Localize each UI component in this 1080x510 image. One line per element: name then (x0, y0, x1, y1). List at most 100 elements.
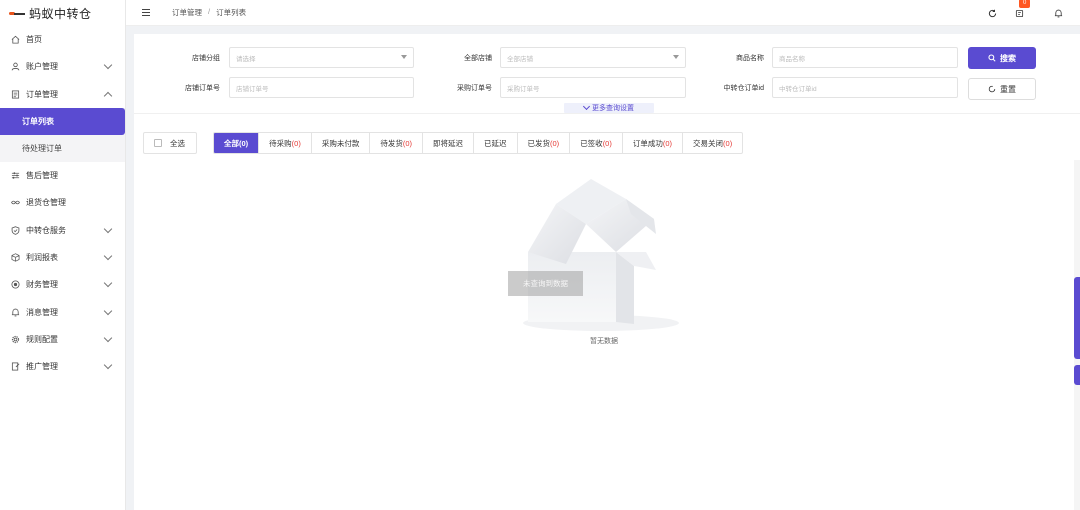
tab-order-success[interactable]: 订单成功 (0) (623, 133, 684, 153)
tab-all[interactable]: 全部 (0) (214, 133, 260, 153)
sidebar-item-label: 订单管理 (26, 89, 58, 99)
shop-order-no-input[interactable]: 店铺订单号 (229, 77, 414, 98)
reset-icon (988, 85, 996, 93)
tab-count: (0) (662, 138, 673, 148)
transit-order-id-input[interactable]: 中转仓订单id (772, 77, 958, 98)
select-all-label: 全选 (170, 138, 185, 148)
tab-label: 待发货 (380, 138, 403, 148)
handshake-icon (11, 198, 20, 207)
product-name-input[interactable]: 商品名称 (772, 47, 958, 68)
tab-to-ship[interactable]: 待发货 (0) (370, 133, 424, 153)
ant-logo-icon (9, 10, 25, 16)
sidebar-item-label: 规则配置 (26, 334, 58, 344)
chevron-down-icon (103, 306, 113, 315)
product-name-label: 商品名称 (736, 55, 764, 62)
sidebar-item-rules[interactable]: 规则配置 (0, 326, 125, 353)
chevron-down-icon (103, 333, 113, 343)
sidebar-item-label: 推广管理 (26, 362, 58, 372)
order-submenu: 订单列表 待处理订单 (0, 107, 125, 162)
floating-side-button[interactable] (1074, 365, 1080, 385)
sidebar-item-label: 账户管理 (26, 62, 58, 72)
bell-icon (11, 308, 20, 317)
sidebar: 蚂蚁中转仓 首页 账户管理 订单管理 订单列表 待处理订单 售后管理 退货仓管理… (0, 0, 126, 510)
app-title: 蚂蚁中转仓 (29, 6, 92, 21)
purchase-order-no-input[interactable]: 采购订单号 (500, 77, 686, 98)
sidebar-subitem-order-list[interactable]: 订单列表 (0, 107, 125, 135)
tab-label: 全部 (224, 138, 239, 148)
breadcrumb: 订单管理 / 订单列表 (172, 7, 246, 18)
tab-label: 订单成功 (632, 138, 663, 148)
empty-overlay-message: 未查询到数据 (508, 271, 583, 296)
chevron-down-icon (103, 61, 113, 70)
product-name-placeholder: 商品名称 (779, 55, 805, 63)
promo-icon (11, 362, 20, 371)
tab-trade-closed[interactable]: 交易关闭 (0) (683, 133, 742, 153)
select-all-checkbox[interactable]: 全选 (143, 132, 197, 154)
sidebar-item-aftersale[interactable]: 售后管理 (0, 162, 125, 189)
empty-caption: 暂无数据 (590, 338, 618, 345)
sidebar-item-messages[interactable]: 消息管理 (0, 298, 125, 325)
sidebar-item-home[interactable]: 首页 (0, 26, 125, 53)
order-icon (11, 90, 20, 99)
sidebar-item-profit-report[interactable]: 利润报表 (0, 244, 125, 271)
user-icon (11, 62, 20, 71)
breadcrumb-item[interactable]: 订单管理 (172, 7, 202, 18)
tab-count: (0) (723, 138, 733, 148)
sidebar-item-label: 消息管理 (26, 307, 58, 317)
dropdown-caret-icon (401, 55, 407, 59)
tab-label: 已签收 (580, 138, 603, 148)
shop-order-no-label: 店铺订单号 (185, 85, 220, 92)
tab-count: (0) (239, 138, 249, 148)
tab-label: 已延迟 (484, 138, 507, 148)
tab-label: 待采购 (269, 138, 292, 148)
menu-toggle-icon[interactable] (142, 9, 150, 16)
sidebar-item-label: 财务管理 (26, 280, 58, 290)
reset-button-label: 重置 (1000, 84, 1016, 94)
shop-group-select[interactable]: 请选择 (229, 47, 414, 68)
sidebar-item-return-warehouse[interactable]: 退货仓管理 (0, 189, 125, 216)
chevron-up-icon (103, 91, 113, 100)
gear-icon (11, 335, 20, 344)
sidebar-item-transit-service[interactable]: 中转仓服务 (0, 216, 125, 243)
all-shops-select[interactable]: 全部店铺 (500, 47, 686, 68)
tab-label: 已发货 (527, 138, 551, 148)
sidebar-subitem-pending-orders[interactable]: 待处理订单 (0, 135, 125, 162)
sidebar-item-account[interactable]: 账户管理 (0, 53, 125, 80)
sidebar-item-promotion[interactable]: 推广管理 (0, 353, 125, 380)
tab-delayed[interactable]: 已延迟 (474, 133, 518, 153)
transit-order-id-label: 中转仓订单id (723, 85, 764, 92)
refresh-icon[interactable] (987, 8, 997, 18)
shop-group-placeholder: 请选择 (236, 55, 256, 63)
tab-purchase-unpaid[interactable]: 采购未付款 (312, 133, 371, 153)
checkbox[interactable] (154, 139, 162, 147)
more-filters-toggle[interactable]: 更多查询设置 (564, 102, 654, 113)
cube-icon (11, 253, 20, 262)
sidebar-item-orders[interactable]: 订单管理 (0, 81, 125, 108)
tab-signed[interactable]: 已签收 (0) (570, 133, 623, 153)
tab-count: (0) (550, 138, 560, 148)
search-button[interactable]: 搜索 (968, 47, 1036, 69)
reset-button[interactable]: 重置 (968, 78, 1036, 100)
main-content: 店铺分组 请选择 全部店铺 全部店铺 商品名称 商品名称 搜索 店铺订单号 店铺… (134, 34, 1080, 510)
all-shops-placeholder: 全部店铺 (507, 55, 533, 63)
tab-count: (0) (291, 138, 301, 148)
logo[interactable]: 蚂蚁中转仓 (0, 0, 125, 26)
search-button-label: 搜索 (1000, 53, 1016, 63)
tab-shipped[interactable]: 已发货 (0) (518, 133, 571, 153)
shop-group-label: 店铺分组 (192, 55, 220, 62)
tab-to-purchase[interactable]: 待采购 (0) (259, 133, 312, 153)
sidebar-item-finance[interactable]: 财务管理 (0, 271, 125, 298)
sidebar-item-label: 售后管理 (26, 171, 58, 181)
purchase-order-no-placeholder: 采购订单号 (507, 85, 540, 93)
transit-order-id-placeholder: 中转仓订单id (779, 85, 817, 93)
notice-icon[interactable]: 0 (1014, 0, 1031, 18)
shop-order-no-placeholder: 店铺订单号 (236, 85, 269, 93)
tab-about-to-delay[interactable]: 即将延迟 (423, 133, 475, 153)
chevron-down-icon (103, 360, 113, 370)
tab-label: 采购未付款 (321, 138, 360, 148)
tab-label: 即将延迟 (433, 138, 464, 148)
floating-side-panel[interactable] (1074, 277, 1080, 359)
shield-icon (11, 225, 20, 235)
bell-icon[interactable] (1053, 8, 1063, 18)
sliders-icon (11, 171, 20, 180)
